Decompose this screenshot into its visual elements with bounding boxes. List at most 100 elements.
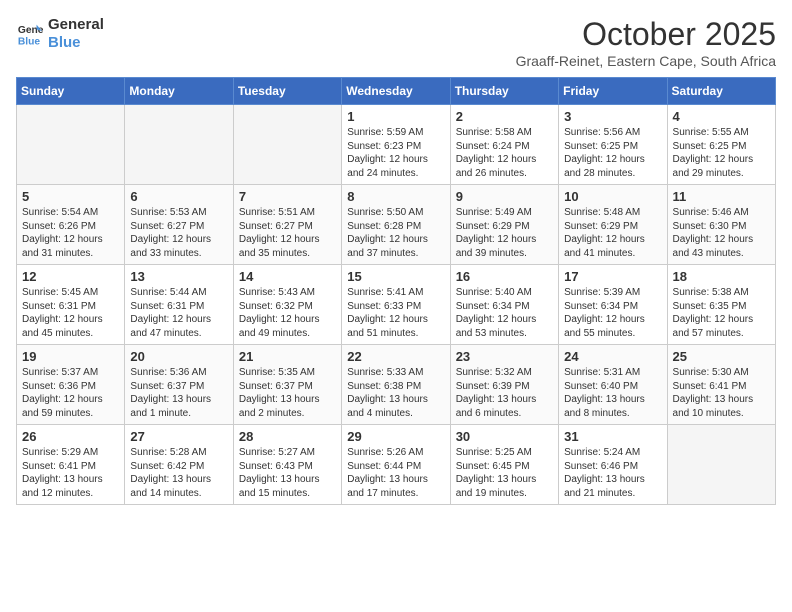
day-info: Sunrise: 5:56 AM — [564, 126, 661, 140]
day-info: Sunset: 6:42 PM — [130, 460, 227, 474]
day-header-saturday: Saturday — [667, 78, 775, 105]
day-info: Sunset: 6:41 PM — [22, 460, 119, 474]
day-info: and 59 minutes. — [22, 407, 119, 421]
day-number: 3 — [564, 109, 661, 124]
day-info: and 19 minutes. — [456, 487, 553, 501]
day-info: Sunrise: 5:40 AM — [456, 286, 553, 300]
day-info: Sunrise: 5:59 AM — [347, 126, 444, 140]
day-number: 24 — [564, 349, 661, 364]
day-info: Sunset: 6:34 PM — [456, 300, 553, 314]
day-info: Sunrise: 5:54 AM — [22, 206, 119, 220]
day-info: and 35 minutes. — [239, 247, 336, 261]
day-info: Daylight: 13 hours — [347, 473, 444, 487]
day-info: Daylight: 13 hours — [456, 393, 553, 407]
day-info: Daylight: 13 hours — [239, 473, 336, 487]
day-number: 23 — [456, 349, 553, 364]
calendar-cell: 18Sunrise: 5:38 AMSunset: 6:35 PMDayligh… — [667, 265, 775, 345]
calendar-cell: 13Sunrise: 5:44 AMSunset: 6:31 PMDayligh… — [125, 265, 233, 345]
day-info: Sunset: 6:41 PM — [673, 380, 770, 394]
day-info: Daylight: 12 hours — [564, 233, 661, 247]
day-info: Daylight: 13 hours — [239, 393, 336, 407]
calendar-cell — [667, 425, 775, 505]
day-info: Sunrise: 5:27 AM — [239, 446, 336, 460]
calendar-cell: 15Sunrise: 5:41 AMSunset: 6:33 PMDayligh… — [342, 265, 450, 345]
day-info: Daylight: 12 hours — [673, 153, 770, 167]
day-info: Daylight: 13 hours — [130, 393, 227, 407]
day-header-wednesday: Wednesday — [342, 78, 450, 105]
day-number: 30 — [456, 429, 553, 444]
calendar-header-row: SundayMondayTuesdayWednesdayThursdayFrid… — [17, 78, 776, 105]
day-info: Daylight: 13 hours — [456, 473, 553, 487]
calendar-cell: 10Sunrise: 5:48 AMSunset: 6:29 PMDayligh… — [559, 185, 667, 265]
day-info: and 21 minutes. — [564, 487, 661, 501]
day-number: 5 — [22, 189, 119, 204]
day-info: and 47 minutes. — [130, 327, 227, 341]
day-info: and 49 minutes. — [239, 327, 336, 341]
day-info: Sunset: 6:35 PM — [673, 300, 770, 314]
day-info: and 14 minutes. — [130, 487, 227, 501]
day-info: Sunset: 6:45 PM — [456, 460, 553, 474]
day-number: 17 — [564, 269, 661, 284]
calendar-cell: 8Sunrise: 5:50 AMSunset: 6:28 PMDaylight… — [342, 185, 450, 265]
day-header-sunday: Sunday — [17, 78, 125, 105]
day-info: Sunset: 6:29 PM — [456, 220, 553, 234]
calendar-week-row: 12Sunrise: 5:45 AMSunset: 6:31 PMDayligh… — [17, 265, 776, 345]
day-info: Sunrise: 5:25 AM — [456, 446, 553, 460]
day-info: Daylight: 12 hours — [130, 233, 227, 247]
day-info: Sunrise: 5:30 AM — [673, 366, 770, 380]
calendar-cell: 17Sunrise: 5:39 AMSunset: 6:34 PMDayligh… — [559, 265, 667, 345]
calendar-cell: 5Sunrise: 5:54 AMSunset: 6:26 PMDaylight… — [17, 185, 125, 265]
logo-icon: General Blue — [16, 20, 44, 48]
calendar-cell: 19Sunrise: 5:37 AMSunset: 6:36 PMDayligh… — [17, 345, 125, 425]
calendar-cell: 7Sunrise: 5:51 AMSunset: 6:27 PMDaylight… — [233, 185, 341, 265]
day-info: Sunrise: 5:24 AM — [564, 446, 661, 460]
day-number: 27 — [130, 429, 227, 444]
calendar-cell: 3Sunrise: 5:56 AMSunset: 6:25 PMDaylight… — [559, 105, 667, 185]
day-info: Sunset: 6:31 PM — [22, 300, 119, 314]
day-info: Sunrise: 5:58 AM — [456, 126, 553, 140]
day-number: 10 — [564, 189, 661, 204]
day-info: Sunset: 6:37 PM — [130, 380, 227, 394]
calendar-cell: 4Sunrise: 5:55 AMSunset: 6:25 PMDaylight… — [667, 105, 775, 185]
day-info: Sunset: 6:25 PM — [564, 140, 661, 154]
day-info: Daylight: 12 hours — [22, 393, 119, 407]
day-info: and 10 minutes. — [673, 407, 770, 421]
day-info: Sunrise: 5:26 AM — [347, 446, 444, 460]
calendar-week-row: 5Sunrise: 5:54 AMSunset: 6:26 PMDaylight… — [17, 185, 776, 265]
day-info: Sunrise: 5:48 AM — [564, 206, 661, 220]
day-info: Sunset: 6:24 PM — [456, 140, 553, 154]
day-info: Sunset: 6:36 PM — [22, 380, 119, 394]
day-info: Sunrise: 5:46 AM — [673, 206, 770, 220]
day-info: Daylight: 12 hours — [347, 233, 444, 247]
day-info: and 45 minutes. — [22, 327, 119, 341]
day-info: Sunrise: 5:31 AM — [564, 366, 661, 380]
calendar-body: 1Sunrise: 5:59 AMSunset: 6:23 PMDaylight… — [17, 105, 776, 505]
calendar-week-row: 26Sunrise: 5:29 AMSunset: 6:41 PMDayligh… — [17, 425, 776, 505]
day-info: and 55 minutes. — [564, 327, 661, 341]
calendar-cell — [233, 105, 341, 185]
calendar-week-row: 19Sunrise: 5:37 AMSunset: 6:36 PMDayligh… — [17, 345, 776, 425]
day-info: Sunrise: 5:55 AM — [673, 126, 770, 140]
day-number: 21 — [239, 349, 336, 364]
day-info: Sunrise: 5:36 AM — [130, 366, 227, 380]
day-info: and 2 minutes. — [239, 407, 336, 421]
day-number: 12 — [22, 269, 119, 284]
day-info: and 53 minutes. — [456, 327, 553, 341]
day-info: and 37 minutes. — [347, 247, 444, 261]
day-info: and 33 minutes. — [130, 247, 227, 261]
day-number: 25 — [673, 349, 770, 364]
day-info: Sunrise: 5:33 AM — [347, 366, 444, 380]
day-info: Daylight: 12 hours — [456, 153, 553, 167]
day-info: Sunrise: 5:37 AM — [22, 366, 119, 380]
calendar-table: SundayMondayTuesdayWednesdayThursdayFrid… — [16, 77, 776, 505]
location: Graaff-Reinet, Eastern Cape, South Afric… — [516, 53, 776, 69]
day-number: 31 — [564, 429, 661, 444]
day-info: Daylight: 13 hours — [673, 393, 770, 407]
day-header-tuesday: Tuesday — [233, 78, 341, 105]
day-info: and 15 minutes. — [239, 487, 336, 501]
calendar-week-row: 1Sunrise: 5:59 AMSunset: 6:23 PMDaylight… — [17, 105, 776, 185]
day-header-friday: Friday — [559, 78, 667, 105]
day-number: 28 — [239, 429, 336, 444]
day-number: 18 — [673, 269, 770, 284]
calendar-cell: 2Sunrise: 5:58 AMSunset: 6:24 PMDaylight… — [450, 105, 558, 185]
